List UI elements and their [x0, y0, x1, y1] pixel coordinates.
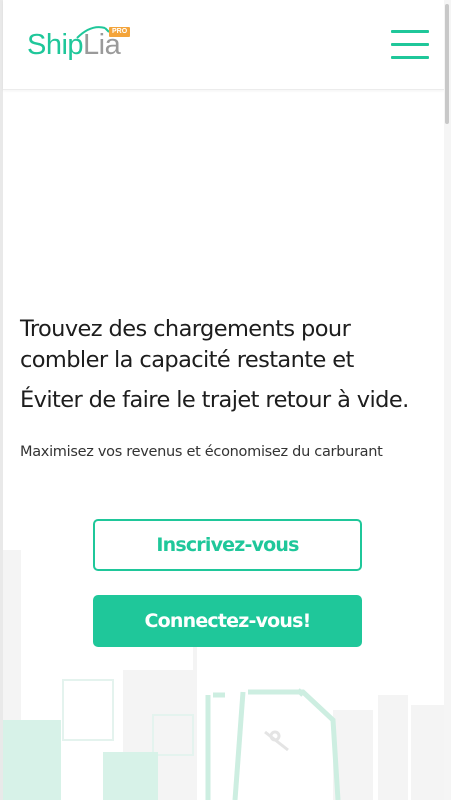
pro-badge: PRO: [109, 27, 131, 37]
headline-line-2: combler la capacité restante et: [20, 347, 354, 373]
hero-headline: Trouvez des chargements pour combler la …: [20, 314, 430, 416]
logo-wordmark: ShipLia: [27, 29, 121, 61]
headline-line-3: Éviter de faire le trajet retour à vide.: [20, 387, 409, 413]
headline-line-1: Trouvez des chargements pour: [20, 316, 351, 342]
signup-button[interactable]: Inscrivez-vous: [93, 519, 362, 571]
hamburger-menu-icon[interactable]: [391, 30, 431, 60]
logo-ship-text: Ship: [27, 29, 84, 61]
hero-section: Trouvez des chargements pour combler la …: [3, 90, 444, 800]
shiplia-logo[interactable]: ShipLia PRO: [27, 22, 132, 68]
top-header: ShipLia PRO: [3, 0, 444, 90]
hero-subtitle: Maximisez vos revenus et économisez du c…: [20, 443, 383, 460]
page-scrollbar[interactable]: [444, 0, 451, 800]
login-button[interactable]: Connectez-vous!: [93, 595, 362, 647]
scrollbar-thumb[interactable]: [445, 4, 449, 124]
